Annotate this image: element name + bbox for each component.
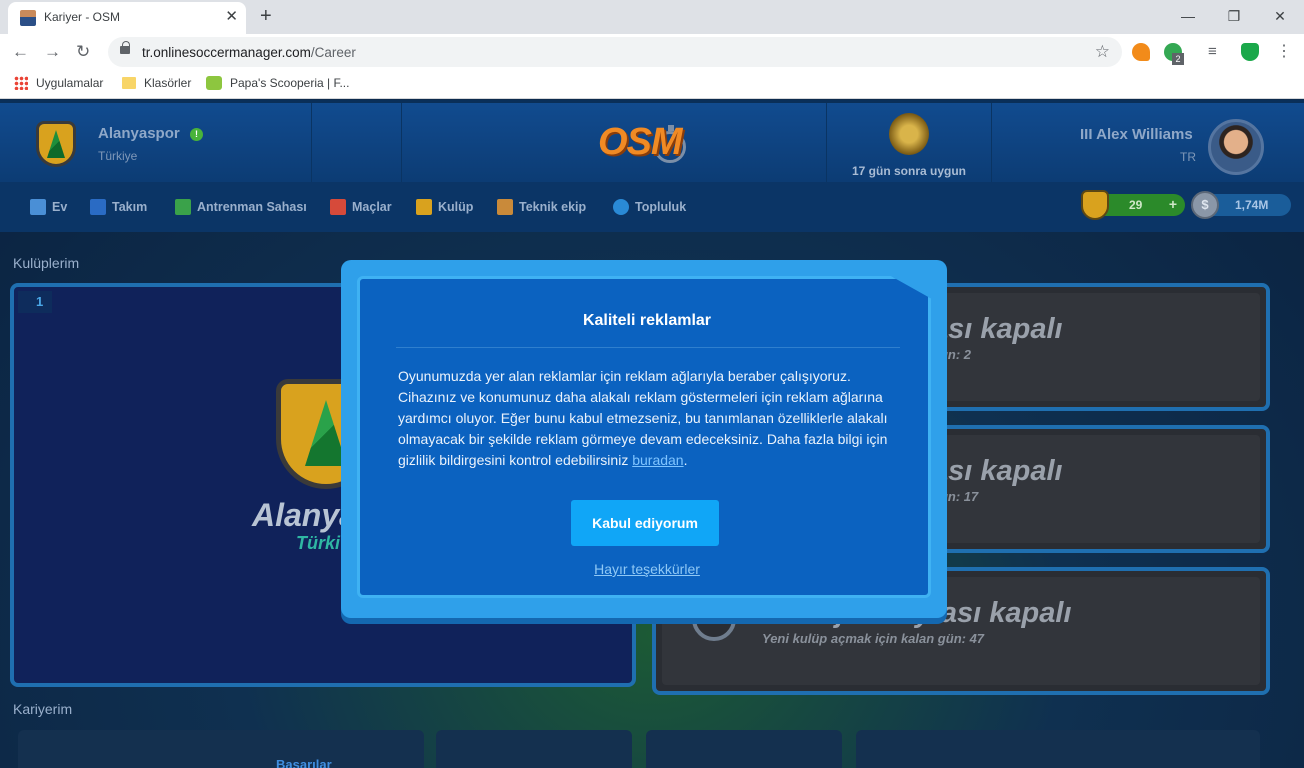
lock-icon[interactable]: [120, 41, 130, 54]
club-alert-icon: !: [190, 128, 203, 141]
my-career-label: Kariyerim: [13, 701, 73, 717]
bookmarks-bar: Uygulamalar Klasörler Papa's Scooperia |…: [0, 70, 1304, 99]
key-extension-icon[interactable]: [1132, 43, 1150, 61]
bookmark-star-icon[interactable]: ☆: [1095, 42, 1110, 62]
manager-country: TR: [1180, 150, 1196, 164]
home-icon: [30, 199, 46, 215]
modal-title: Kaliteli reklamlar: [582, 312, 712, 329]
header-club-country: Türkiye: [98, 149, 138, 163]
header-club-name: Alanyaspor: [98, 125, 180, 142]
career-card[interactable]: [646, 730, 842, 768]
privacy-link[interactable]: buradan: [632, 452, 683, 468]
browser-tabbar: Kariyer - OSM ✕ + — ❐ ✕: [0, 0, 1304, 34]
availability-text: 17 gün sonra uygun: [852, 164, 967, 178]
media-control-icon[interactable]: ≡: [1208, 43, 1226, 61]
modal-panel: Kaliteli reklamlar Oyunumuzda yer alan r…: [357, 276, 931, 598]
club-shield-icon: [416, 199, 432, 215]
header-timer[interactable]: [312, 103, 686, 182]
header-club[interactable]: Alanyaspor ! Türkiye: [0, 103, 312, 182]
restore-icon[interactable]: ❐: [1214, 4, 1254, 28]
pitch-icon: [175, 199, 191, 215]
main-nav: Ev Takım Antrenman Sahası Maçlar Kulüp T…: [0, 182, 1304, 232]
add-coins-button[interactable]: +: [1169, 196, 1177, 212]
shield-extension-icon[interactable]: [1241, 43, 1259, 61]
nav-home[interactable]: Ev: [30, 199, 67, 215]
ap-extension-icon[interactable]: 2: [1164, 43, 1184, 65]
modal-divider: [396, 347, 900, 348]
menu-kebab-icon[interactable]: ⋮: [1276, 43, 1294, 61]
modal-body: Oyunumuzda yer alan reklamlar için rekla…: [398, 368, 888, 468]
nav-community[interactable]: Topluluk: [613, 199, 686, 215]
career-card[interactable]: [18, 730, 424, 768]
minimize-icon[interactable]: —: [1168, 4, 1208, 28]
career-card[interactable]: [436, 730, 632, 768]
globe-icon: [613, 199, 629, 215]
window-close-icon[interactable]: ✕: [1260, 4, 1300, 28]
bookmark-papas[interactable]: Papa's Scooperia | F...: [206, 76, 349, 90]
slot-title: ası kapalı: [932, 313, 1063, 345]
briefcase-icon: [497, 199, 513, 215]
bookmark-folders[interactable]: Klasörler: [122, 76, 191, 90]
browser-toolbar: ← → ↻ tr.onlinesoccermanager.com/Career …: [0, 34, 1304, 70]
card-club-country: Türki: [296, 533, 341, 553]
extension-badge: 2: [1172, 53, 1184, 65]
my-clubs-label: Kulüplerim: [13, 255, 80, 271]
nav-matches[interactable]: Maçlar: [330, 199, 392, 215]
new-tab-button[interactable]: +: [260, 5, 272, 27]
back-icon[interactable]: ←: [12, 42, 29, 62]
slot-number: 1: [18, 291, 52, 313]
osm-favicon-icon: [20, 10, 36, 26]
cash-balance[interactable]: $ 1,74M: [1191, 191, 1291, 219]
nav-training[interactable]: Antrenman Sahası: [175, 199, 307, 215]
tab-title: Kariyer - OSM: [44, 10, 121, 24]
papas-favicon-icon: [206, 76, 222, 90]
game-header: Alanyaspor ! Türkiye OSM 17 gün sonra uy…: [0, 100, 1304, 182]
nav-club[interactable]: Kulüp: [416, 199, 473, 215]
shirt-icon: [90, 199, 106, 215]
bookmark-apps[interactable]: Uygulamalar: [14, 76, 103, 90]
manager-name[interactable]: III Alex Williams: [1080, 126, 1193, 143]
club-crest-icon: [36, 121, 76, 167]
calendar-icon: [330, 199, 346, 215]
slot-subtitle: Yeni kulüp açmak için kalan gün: 47: [762, 631, 985, 646]
decline-link[interactable]: Hayır teşekkürler: [360, 561, 931, 577]
cash-value: 1,74M: [1235, 198, 1269, 212]
url-text[interactable]: tr.onlinesoccermanager.com/Career: [142, 45, 356, 60]
address-bar[interactable]: tr.onlinesoccermanager.com/Career ☆: [108, 37, 1122, 67]
coins-balance[interactable]: 29 +: [1081, 190, 1185, 220]
nav-staff[interactable]: Teknik ekip: [497, 199, 586, 215]
dollar-coin-icon: $: [1191, 191, 1219, 219]
coins-value: 29: [1129, 198, 1143, 212]
ads-consent-modal: Kaliteli reklamlar Oyunumuzda yer alan r…: [341, 260, 947, 618]
trophy-icon: [889, 113, 929, 155]
nav-team[interactable]: Takım: [90, 199, 147, 215]
slot-title: ası kapalı: [932, 455, 1063, 487]
accept-button[interactable]: Kabul ediyorum: [571, 500, 719, 546]
manager-avatar[interactable]: [1208, 119, 1264, 175]
reload-icon[interactable]: ↻: [76, 42, 90, 62]
career-card[interactable]: [856, 730, 1260, 768]
forward-icon[interactable]: →: [44, 42, 61, 62]
career-tab-achievements[interactable]: Başarılar: [276, 757, 332, 768]
tab-close-icon[interactable]: ✕: [225, 8, 238, 26]
browser-tab[interactable]: Kariyer - OSM ✕: [8, 2, 246, 34]
apps-grid-icon: [14, 76, 28, 90]
folder-icon: [122, 77, 136, 89]
osm-logo[interactable]: OSM: [598, 121, 683, 164]
coin-shield-icon: [1081, 190, 1109, 220]
